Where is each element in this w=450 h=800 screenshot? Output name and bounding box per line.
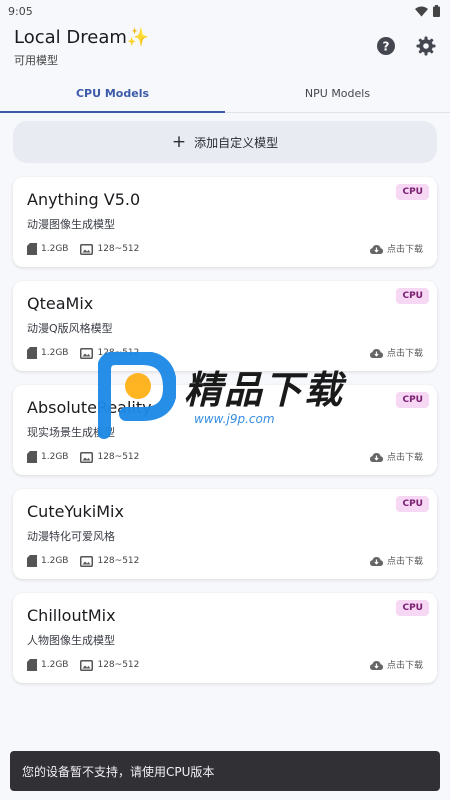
model-meta: 1.2GB 128~512 xyxy=(27,451,139,463)
plus-icon: + xyxy=(171,131,187,152)
snackbar: 您的设备暂不支持，请使用CPU版本 xyxy=(10,751,440,791)
cloud-download-icon xyxy=(369,244,383,254)
model-name: Anything V5.0 xyxy=(27,190,141,209)
download-label: 点击下载 xyxy=(386,245,423,255)
image-icon xyxy=(80,451,94,463)
download-button[interactable]: 点击下载 xyxy=(369,554,423,567)
model-description: 人物图像生成模型 xyxy=(27,634,115,647)
model-card[interactable]: Anything V5.0 动漫图像生成模型 CPU 1.2GB 128~512… xyxy=(13,177,437,267)
app-header: Local Dream✨ 可用模型 ? xyxy=(0,22,450,74)
settings-button[interactable] xyxy=(416,36,436,56)
sd-card-icon xyxy=(27,243,37,255)
model-size: 1.2GB xyxy=(41,660,69,670)
image-icon xyxy=(80,555,94,567)
model-name: CuteYukiMix xyxy=(27,502,124,521)
watermark-url: www.j9p.com xyxy=(194,412,275,426)
model-resolution: 128~512 xyxy=(97,556,140,566)
backend-badge: CPU xyxy=(396,288,429,304)
download-button[interactable]: 点击下载 xyxy=(369,242,423,255)
model-resolution: 128~512 xyxy=(97,244,140,254)
model-meta: 1.2GB 128~512 xyxy=(27,243,139,255)
image-icon xyxy=(80,659,94,671)
model-meta: 1.2GB 128~512 xyxy=(27,659,139,671)
tab-npu-models[interactable]: NPU Models xyxy=(225,74,450,112)
wifi-icon xyxy=(415,6,428,16)
svg-text:?: ? xyxy=(383,40,390,54)
snackbar-message: 您的设备暂不支持，请使用CPU版本 xyxy=(22,764,215,779)
cloud-download-icon xyxy=(369,452,383,462)
model-description: 动漫Q版风格模型 xyxy=(27,322,113,335)
add-custom-model-label: 添加自定义模型 xyxy=(194,135,279,150)
download-label: 点击下载 xyxy=(386,661,423,671)
download-label: 点击下载 xyxy=(386,349,423,359)
sd-card-icon xyxy=(27,347,37,359)
backend-badge: CPU xyxy=(396,184,429,200)
cloud-download-icon xyxy=(369,660,383,670)
sd-card-icon xyxy=(27,451,37,463)
watermark: 精品下载 www.j9p.com xyxy=(98,352,358,442)
watermark-logo-icon xyxy=(98,352,176,439)
gear-icon xyxy=(416,36,436,56)
model-resolution: 128~512 xyxy=(97,660,140,670)
download-label: 点击下载 xyxy=(386,557,423,567)
backend-badge: CPU xyxy=(396,496,429,512)
model-card[interactable]: ChilloutMix 人物图像生成模型 CPU 1.2GB 128~512 点… xyxy=(13,593,437,683)
app-title: Local Dream✨ xyxy=(14,27,150,48)
status-bar: 9:05 xyxy=(0,0,450,22)
model-meta: 1.2GB 128~512 xyxy=(27,555,139,567)
model-size: 1.2GB xyxy=(41,244,69,254)
cloud-download-icon xyxy=(369,348,383,358)
download-button[interactable]: 点击下载 xyxy=(369,658,423,671)
download-button[interactable]: 点击下载 xyxy=(369,346,423,359)
watermark-title: 精品下载 xyxy=(184,368,345,412)
app-subtitle: 可用模型 xyxy=(14,54,58,67)
battery-icon xyxy=(433,5,440,17)
backend-badge: CPU xyxy=(396,392,429,408)
model-resolution: 128~512 xyxy=(97,452,140,462)
model-name: QteaMix xyxy=(27,294,94,313)
download-button[interactable]: 点击下载 xyxy=(369,450,423,463)
cloud-download-icon xyxy=(369,556,383,566)
download-label: 点击下载 xyxy=(386,453,423,463)
model-name: ChilloutMix xyxy=(27,606,116,625)
sd-card-icon xyxy=(27,555,37,567)
image-icon xyxy=(80,347,94,359)
model-description: 动漫图像生成模型 xyxy=(27,218,115,231)
model-size: 1.2GB xyxy=(41,452,69,462)
header-actions: ? xyxy=(376,36,436,56)
help-button[interactable]: ? xyxy=(376,36,396,56)
model-card[interactable]: CuteYukiMix 动漫特化可爱风格 CPU 1.2GB 128~512 点… xyxy=(13,489,437,579)
status-time: 9:05 xyxy=(8,4,33,18)
watermark-text: 精品下载 www.j9p.com xyxy=(184,368,344,426)
add-custom-model-button[interactable]: + 添加自定义模型 xyxy=(13,121,437,163)
model-description: 动漫特化可爱风格 xyxy=(27,530,115,543)
model-tabs: CPU Models NPU Models xyxy=(0,74,450,113)
backend-badge: CPU xyxy=(396,600,429,616)
help-circle-icon: ? xyxy=(377,37,395,55)
image-icon xyxy=(80,243,94,255)
status-icons xyxy=(415,5,440,17)
tab-cpu-models[interactable]: CPU Models xyxy=(0,74,225,113)
model-size: 1.2GB xyxy=(41,348,69,358)
model-size: 1.2GB xyxy=(41,556,69,566)
sd-card-icon xyxy=(27,659,37,671)
